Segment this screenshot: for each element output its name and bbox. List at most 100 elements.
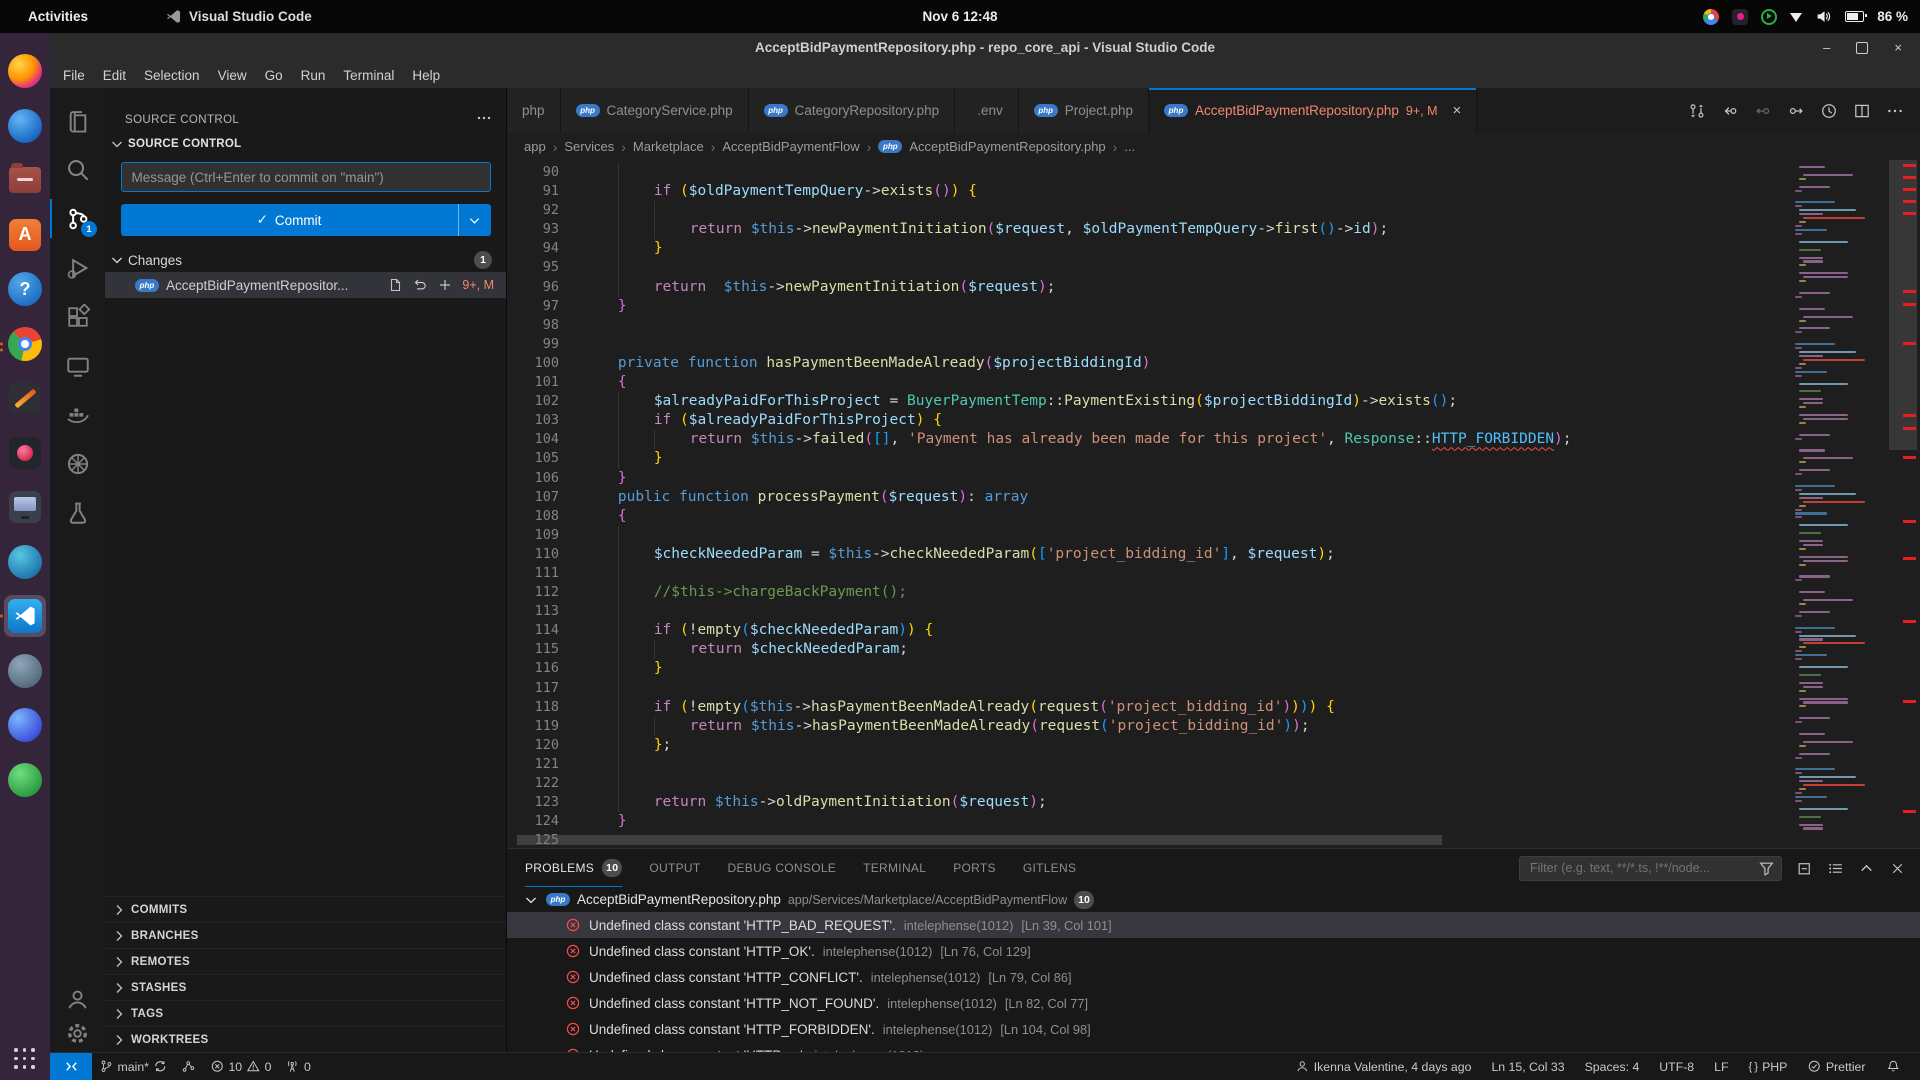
cursor-position[interactable]: Ln 15, Col 33 xyxy=(1481,1060,1574,1074)
menu-item-edit[interactable]: Edit xyxy=(94,68,135,83)
branch-indicator[interactable]: main* xyxy=(92,1053,174,1080)
collapse-all-icon[interactable] xyxy=(1796,860,1813,877)
menu-item-help[interactable]: Help xyxy=(403,68,449,83)
breadcrumb-item[interactable]: Services xyxy=(564,139,614,154)
show-applications-button[interactable] xyxy=(14,1048,36,1070)
commit-graph-button[interactable] xyxy=(174,1053,203,1080)
activity-bar-extensions[interactable] xyxy=(50,292,105,341)
changes-section-header[interactable]: Changes 1 xyxy=(105,248,506,272)
sidebar-section-commits[interactable]: COMMITS xyxy=(105,896,506,922)
tab-categoryrepository-php[interactable]: phpCategoryRepository.php xyxy=(749,88,956,133)
screenshot-tray-icon[interactable] xyxy=(1732,9,1748,25)
dock-icon-screen-recorder[interactable] xyxy=(4,432,46,474)
stage-changes-icon[interactable] xyxy=(437,277,453,293)
volume-icon[interactable] xyxy=(1815,8,1832,25)
tab-php[interactable]: php xyxy=(507,88,561,133)
problems-filter-input[interactable] xyxy=(1528,860,1758,876)
breadcrumb-item[interactable]: app xyxy=(524,139,546,154)
open-changes-icon[interactable] xyxy=(1721,102,1739,120)
minimap[interactable] xyxy=(1788,162,1886,848)
discard-changes-icon[interactable] xyxy=(412,277,428,293)
previous-change-icon[interactable] xyxy=(1754,102,1772,120)
dock-icon-ubuntu-software[interactable]: A xyxy=(4,214,46,256)
sidebar-section-tags[interactable]: TAGS xyxy=(105,1000,506,1026)
view-mode-icon[interactable] xyxy=(1827,860,1844,877)
commit-message-input[interactable] xyxy=(121,162,491,192)
ports-indicator[interactable]: 0 xyxy=(278,1053,317,1080)
code-editor[interactable]: 9091if ($oldPaymentTempQuery->exists()) … xyxy=(507,160,1920,848)
activity-bar-settings-gear[interactable] xyxy=(65,1021,90,1046)
menu-item-go[interactable]: Go xyxy=(256,68,292,83)
vertical-scrollbar[interactable] xyxy=(1886,160,1920,848)
maximize-panel-icon[interactable] xyxy=(1858,860,1875,877)
dock-icon-text-editor[interactable] xyxy=(4,377,46,419)
dock-icon-chrome[interactable] xyxy=(4,323,46,365)
language-mode[interactable]: { } PHP xyxy=(1739,1060,1798,1074)
menu-item-run[interactable]: Run xyxy=(292,68,335,83)
close-tab-icon[interactable]: × xyxy=(1453,102,1462,119)
battery-icon[interactable] xyxy=(1845,11,1864,22)
breadcrumb-item[interactable]: AcceptBidPaymentRepository.php xyxy=(909,139,1105,154)
breadcrumb-item[interactable]: AcceptBidPaymentFlow xyxy=(722,139,859,154)
activity-bar-run-debug[interactable] xyxy=(50,243,105,292)
activity-bar-search[interactable] xyxy=(50,145,105,194)
dock-icon-vscode[interactable] xyxy=(4,595,46,637)
activity-bar-docker[interactable] xyxy=(50,390,105,439)
network-icon[interactable] xyxy=(1790,13,1802,22)
sidebar-section-branches[interactable]: BRANCHES xyxy=(105,922,506,948)
dock-icon-thunderbird[interactable] xyxy=(4,105,46,147)
breadcrumb-item[interactable]: Marketplace xyxy=(633,139,704,154)
commit-button[interactable]: ✓ Commit xyxy=(121,204,491,236)
split-editor-icon[interactable] xyxy=(1853,102,1871,120)
menu-item-view[interactable]: View xyxy=(209,68,256,83)
tab-categoryservice-php[interactable]: phpCategoryService.php xyxy=(561,88,749,133)
next-change-icon[interactable] xyxy=(1787,102,1805,120)
dock-icon-ide[interactable] xyxy=(4,704,46,746)
panel-tab-problems[interactable]: PROBLEMS10 xyxy=(525,849,622,887)
gitlens-blame[interactable]: Ikenna Valentine, 4 days ago xyxy=(1285,1059,1481,1074)
tab--env[interactable]: .env xyxy=(955,88,1019,133)
problem-row[interactable]: Undefined class constant 'HTTP_FORBIDDEN… xyxy=(507,1016,1920,1042)
minimize-button[interactable]: – xyxy=(1823,40,1830,55)
activity-bar-testing[interactable] xyxy=(50,488,105,537)
tab-acceptbidpaymentrepository-php[interactable]: phpAcceptBidPaymentRepository.php9+, M× xyxy=(1149,88,1477,133)
menu-item-selection[interactable]: Selection xyxy=(135,68,209,83)
problem-row[interactable]: Undefined class constant 'HTTP_OK'.intel… xyxy=(507,938,1920,964)
source-control-section-header[interactable]: SOURCE CONTROL xyxy=(105,132,506,156)
panel-tab-debug-console[interactable]: DEBUG CONSOLE xyxy=(728,849,837,887)
commit-dropdown-button[interactable] xyxy=(458,204,491,236)
remote-indicator[interactable] xyxy=(50,1053,92,1080)
activity-bar-kubernetes[interactable] xyxy=(50,439,105,488)
panel-tab-ports[interactable]: PORTS xyxy=(953,849,996,887)
dock-icon-help[interactable]: ? xyxy=(4,268,46,310)
title-bar[interactable]: AcceptBidPaymentRepository.php - repo_co… xyxy=(50,33,1920,62)
timeline-icon[interactable] xyxy=(1820,102,1838,120)
chrome-tray-icon[interactable] xyxy=(1703,9,1719,25)
problem-row[interactable]: Undefined class constant 'HTTP_NOT_FOUND… xyxy=(507,990,1920,1016)
close-panel-icon[interactable] xyxy=(1889,860,1906,877)
problem-row[interactable]: Undefined class constant 'HTTP_BAD_REQUE… xyxy=(507,912,1920,938)
tab-project-php[interactable]: phpProject.php xyxy=(1019,88,1149,133)
notifications-bell[interactable] xyxy=(1876,1059,1911,1074)
compare-changes-icon[interactable] xyxy=(1688,102,1706,120)
sidebar-section-worktrees[interactable]: WORKTREES xyxy=(105,1026,506,1052)
problems-filter[interactable] xyxy=(1519,856,1782,881)
activity-bar-account[interactable] xyxy=(65,987,90,1012)
activity-bar-remote-explorer[interactable] xyxy=(50,341,105,390)
sidebar-section-stashes[interactable]: STASHES xyxy=(105,974,506,1000)
dock-icon-remote-desktop[interactable] xyxy=(4,541,46,583)
activity-bar-explorer[interactable] xyxy=(50,96,105,145)
activities-button[interactable]: Activities xyxy=(0,9,102,24)
open-file-icon[interactable] xyxy=(387,277,403,293)
problems-indicator[interactable]: 10 0 xyxy=(203,1053,279,1080)
breadcrumb-item[interactable]: ... xyxy=(1124,139,1135,154)
panel-tab-output[interactable]: OUTPUT xyxy=(649,849,700,887)
restore-button[interactable] xyxy=(1856,42,1868,54)
panel-tab-terminal[interactable]: TERMINAL xyxy=(863,849,926,887)
dock-icon-firefox[interactable] xyxy=(4,50,46,92)
problems-file-group[interactable]: php AcceptBidPaymentRepository.php app/S… xyxy=(507,887,1920,912)
sidebar-section-remotes[interactable]: REMOTES xyxy=(105,948,506,974)
close-window-button[interactable]: × xyxy=(1894,40,1902,55)
horizontal-scrollbar[interactable] xyxy=(517,835,1442,845)
clock[interactable]: Nov 6 12:48 xyxy=(922,9,997,24)
